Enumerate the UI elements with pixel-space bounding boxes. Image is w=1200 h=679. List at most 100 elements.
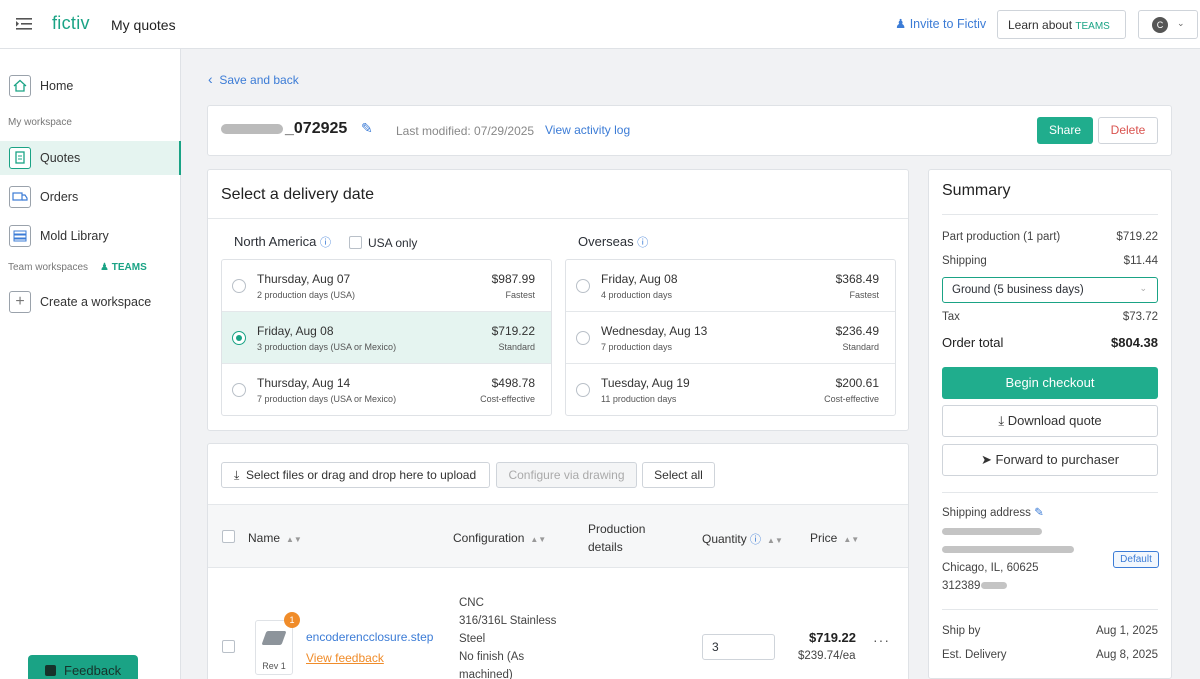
- team-workspaces-label: Team workspaces: [8, 262, 89, 273]
- view-feedback-link[interactable]: View feedback: [306, 651, 384, 665]
- people-icon: ♟: [100, 262, 109, 273]
- teams-badge: ♟ TEAMS: [100, 262, 147, 273]
- redacted-text: [221, 123, 283, 134]
- sort-icon: ▲▼: [767, 536, 783, 545]
- edit-icon[interactable]: ✎: [1034, 507, 1044, 519]
- select-all-button[interactable]: Select all: [642, 462, 715, 488]
- notification-badge: 1: [284, 612, 300, 628]
- shipping-method-select[interactable]: Ground (5 business days) ⌄: [942, 277, 1158, 303]
- account-menu-button[interactable]: C ⌄: [1138, 10, 1198, 39]
- chevron-down-icon: ⌄: [1177, 18, 1185, 28]
- home-icon: [9, 75, 31, 97]
- plus-icon: +: [9, 291, 31, 313]
- chevron-down-icon: ⌄: [1139, 283, 1147, 293]
- column-price[interactable]: Price ▲▼: [810, 531, 859, 545]
- more-options-icon[interactable]: ···: [873, 632, 890, 648]
- delivery-option[interactable]: Tuesday, Aug 19 11 production days $200.6…: [566, 364, 895, 416]
- delivery-option[interactable]: Thursday, Aug 14 7 production days (USA o…: [222, 364, 551, 416]
- select-all-checkbox[interactable]: [222, 530, 235, 543]
- info-icon: ⓘ: [637, 237, 649, 249]
- usa-only-checkbox[interactable]: [349, 236, 362, 249]
- fictiv-logo[interactable]: fictiv: [52, 13, 90, 34]
- delivery-option-selected[interactable]: Friday, Aug 08 3 production days (USA or …: [222, 312, 551, 364]
- part-production-row: Part production (1 part) $719.22: [942, 231, 1158, 243]
- delivery-option[interactable]: Friday, Aug 08 4 production days $368.49 F…: [566, 260, 895, 312]
- ship-by-row: Ship by Aug 1, 2025: [942, 625, 1158, 637]
- delivery-option[interactable]: Thursday, Aug 07 2 production days (USA) …: [222, 260, 551, 312]
- page-title: My quotes: [111, 17, 176, 33]
- last-modified: Last modified: 07/29/2025: [396, 124, 535, 138]
- column-name[interactable]: Name ▲▼: [248, 531, 302, 545]
- radio-button[interactable]: [576, 331, 590, 345]
- people-icon: ♟: [895, 17, 907, 31]
- sidebar-item-mold-library[interactable]: Mold Library: [0, 219, 181, 253]
- configure-via-drawing-button[interactable]: Configure via drawing: [496, 462, 637, 488]
- sidebar-item-quotes[interactable]: Quotes: [0, 141, 181, 175]
- sidebar-item-create-workspace[interactable]: + Create a workspace: [0, 285, 181, 319]
- tax-row: Tax $73.72: [942, 311, 1158, 323]
- upload-button[interactable]: ⤓ Select files or drag and drop here to …: [221, 462, 490, 488]
- delivery-option[interactable]: Wednesday, Aug 13 7 production days $236.…: [566, 312, 895, 364]
- sidebar: Home My workspace Quotes Orders Mold Lib…: [0, 49, 181, 679]
- quote-icon: [9, 147, 31, 169]
- save-and-back-link[interactable]: ‹ Save and back: [208, 71, 299, 87]
- part-image: [261, 631, 287, 645]
- quantity-input[interactable]: 3: [702, 634, 775, 660]
- menu-icon[interactable]: [16, 17, 32, 31]
- quote-header: _072925 ✎ Last modified: 07/29/2025 View…: [207, 105, 1172, 156]
- feedback-button[interactable]: Feedback: [28, 655, 138, 679]
- delete-button[interactable]: Delete: [1098, 117, 1158, 144]
- send-icon: ➤: [980, 452, 992, 467]
- learn-about-teams-button[interactable]: Learn about TEAMS: [997, 10, 1126, 39]
- radio-button[interactable]: [232, 383, 246, 397]
- truck-icon: [9, 186, 31, 208]
- download-quote-button[interactable]: ⤓ Download quote: [942, 405, 1158, 437]
- radio-button[interactable]: [576, 383, 590, 397]
- library-icon: [9, 225, 31, 247]
- row-price: $719.22: [809, 630, 856, 645]
- address-phone: 312389: [942, 580, 1008, 592]
- parts-card: ⤓ Select files or drag and drop here to …: [207, 443, 909, 679]
- upload-icon: ⤓: [234, 468, 240, 482]
- chevron-left-icon: ‹: [208, 71, 213, 87]
- view-activity-log-link[interactable]: View activity log: [545, 123, 630, 137]
- invite-link[interactable]: ♟ Invite to Fictiv: [895, 16, 986, 31]
- order-total-row: Order total $804.38: [942, 335, 1158, 350]
- edit-icon[interactable]: ✎: [361, 120, 373, 137]
- redacted-text: [981, 582, 1008, 589]
- summary-title: Summary: [942, 182, 1011, 199]
- share-button[interactable]: Share: [1037, 117, 1093, 144]
- radio-button[interactable]: [576, 279, 590, 293]
- feedback-icon: [45, 665, 56, 676]
- avatar: C: [1152, 17, 1168, 33]
- begin-checkout-button[interactable]: Begin checkout: [942, 367, 1158, 399]
- shipping-row: Shipping $11.44: [942, 255, 1158, 267]
- sidebar-item-home[interactable]: Home: [0, 69, 181, 103]
- column-configuration[interactable]: Configuration ▲▼: [453, 531, 546, 545]
- info-icon: ⓘ: [750, 534, 762, 546]
- forward-to-purchaser-button[interactable]: ➤ Forward to purchaser: [942, 444, 1158, 476]
- sort-icon: ▲▼: [843, 535, 860, 544]
- download-icon: ⤓: [998, 413, 1005, 428]
- column-production-details: Production details: [588, 522, 646, 554]
- redacted-address-line: [942, 528, 1042, 535]
- overseas-options: Friday, Aug 08 4 production days $368.49 F…: [565, 259, 896, 416]
- radio-button[interactable]: [232, 331, 246, 345]
- delivery-title: Select a delivery date: [221, 186, 374, 203]
- top-bar: fictiv My quotes ♟ Invite to Fictiv Lear…: [0, 0, 1200, 49]
- shipping-address-label: Shipping address ✎: [942, 507, 1044, 519]
- sort-icon: ▲▼: [530, 535, 547, 544]
- column-quantity[interactable]: Quantity ⓘ ▲▼: [702, 531, 783, 547]
- info-icon: ⓘ: [320, 237, 331, 249]
- part-thumbnail[interactable]: Rev 1: [255, 620, 293, 675]
- part-file-link[interactable]: encoderencclosure.step: [306, 630, 433, 644]
- redacted-address-line: [942, 546, 1074, 553]
- est-delivery-row: Est. Delivery Aug 8, 2025: [942, 649, 1158, 661]
- radio-button[interactable]: [232, 279, 246, 293]
- overseas-label: Overseas ⓘ: [578, 234, 649, 249]
- row-checkbox[interactable]: [222, 640, 235, 653]
- delivery-date-card: Select a delivery date North America ⓘ U…: [207, 169, 909, 431]
- north-america-label: North America ⓘ: [234, 234, 331, 249]
- sort-icon: ▲▼: [286, 535, 302, 544]
- sidebar-item-orders[interactable]: Orders: [0, 180, 181, 214]
